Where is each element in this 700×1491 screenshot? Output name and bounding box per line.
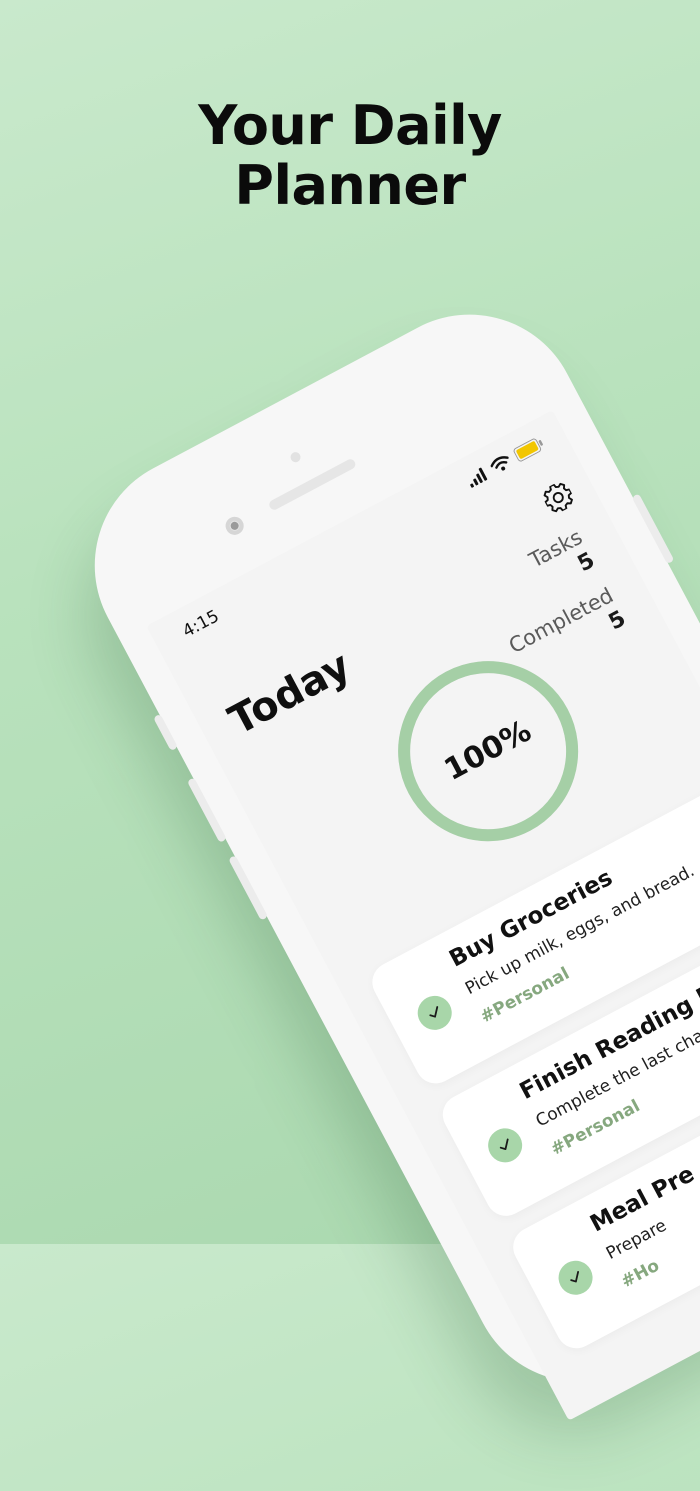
phone-mute-switch — [153, 713, 179, 752]
headline-line-2: Planner — [234, 154, 466, 217]
task-tag: #Ho — [617, 1255, 663, 1293]
front-camera — [222, 513, 247, 538]
checkmark-icon[interactable] — [411, 989, 458, 1036]
earpiece-speaker — [267, 457, 358, 512]
proximity-sensor — [288, 450, 303, 464]
progress-ring: 100% — [362, 625, 614, 877]
battery-icon — [512, 435, 547, 466]
gear-icon[interactable] — [539, 479, 577, 517]
phone-screen: 4:15 Today Tasks 5 Completed 5 100% Buy … — [146, 410, 700, 1421]
phone-power-button — [631, 493, 675, 565]
phone-mockup: 4:15 Today Tasks 5 Completed 5 100% Buy … — [56, 275, 700, 1421]
phone-volume-up — [186, 777, 227, 843]
tasks-stat: Tasks 5 — [525, 525, 599, 596]
headline-line-1: Your Daily — [198, 94, 502, 157]
wifi-icon — [488, 453, 515, 479]
progress-percent: 100% — [438, 713, 538, 788]
status-time: 4:15 — [179, 606, 223, 642]
status-icons — [465, 435, 548, 491]
phone-volume-down — [228, 855, 269, 921]
cellular-signal-icon — [465, 465, 492, 491]
headline: Your Daily Planner — [0, 96, 700, 216]
checkmark-icon[interactable] — [482, 1122, 529, 1169]
page-title: Today — [221, 642, 358, 745]
checkmark-icon[interactable] — [552, 1254, 599, 1301]
